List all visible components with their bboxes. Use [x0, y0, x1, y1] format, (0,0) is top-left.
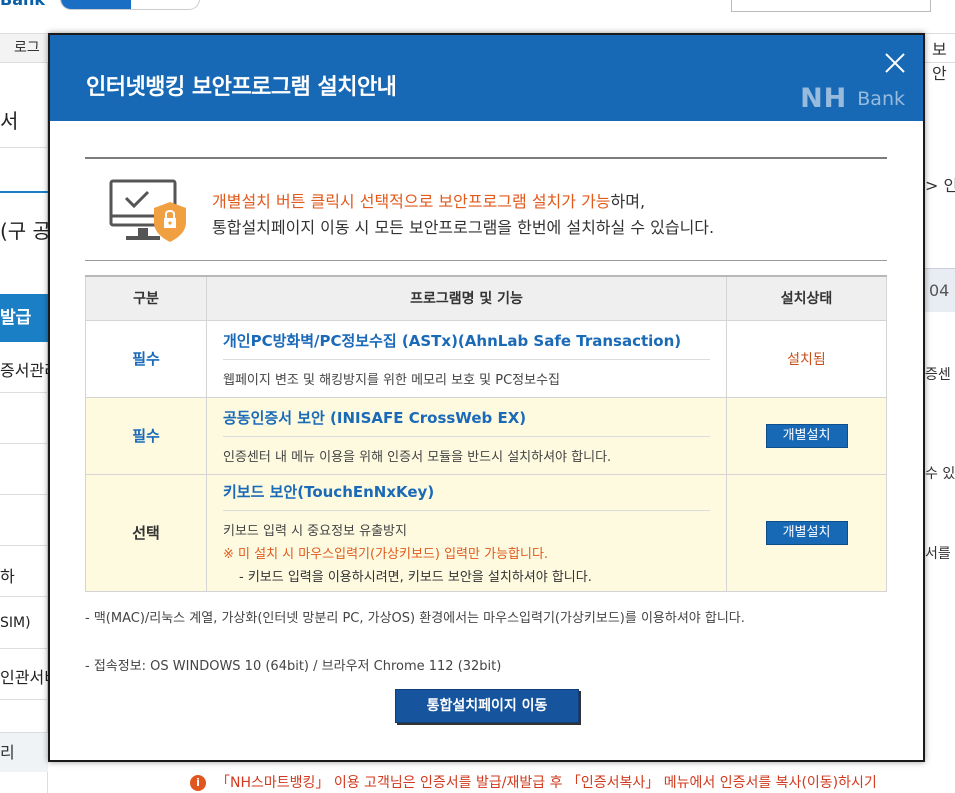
bg-side-line: [0, 191, 48, 193]
intro-highlight: 개별설치 버튼 클릭시 선택적으로 보안프로그램 설치가 가능: [212, 192, 611, 211]
bg-side-line: [0, 443, 48, 444]
info-icon: i: [190, 775, 206, 791]
install-button-keyboard[interactable]: 개별설치: [765, 520, 848, 545]
modal-title: 인터넷뱅킹 보안프로그램 설치안내: [86, 75, 397, 100]
bg-side-line: [0, 699, 48, 700]
header-status: 설치상태: [726, 275, 887, 321]
program-table: 구분 프로그램명 및 기능 설치상태 필수 개인PC방화벽/PC정보수집 (AS…: [85, 275, 887, 592]
mid-divider: [85, 260, 887, 261]
bg-search-box[interactable]: [731, 0, 931, 12]
close-icon[interactable]: [883, 51, 907, 75]
bg-side-line: [0, 494, 48, 495]
bg-right-text: 수 있: [925, 466, 955, 482]
program-desc: 키보드 입력 시 중요정보 유출방지: [223, 523, 407, 539]
bg-toggle[interactable]: [60, 0, 200, 10]
security-install-modal: 인터넷뱅킹 보안프로그램 설치안내 NH Bank 개별설치 버튼 클릭시 선택…: [48, 33, 925, 762]
program-name: 공동인증서 보안 (INISAFE CrossWeb EX): [223, 407, 710, 437]
intro-rest: 하며,: [610, 192, 646, 211]
install-button-inisafe[interactable]: 개별설치: [765, 423, 848, 448]
bg-side-item[interactable]: 하: [0, 563, 48, 587]
bg-side-line: [0, 147, 48, 148]
integrated-install-button[interactable]: 통합설치페이지 이동: [395, 689, 579, 723]
header-program: 프로그램명 및 기능: [206, 275, 727, 321]
note-mac-linux: - 맥(MAC)/리눅스 계열, 가상화(인터넷 망분리 PC, 가상OS) 환…: [85, 611, 745, 626]
bg-right-box: 04: [925, 268, 955, 312]
row-category: 필수: [85, 396, 207, 475]
bg-notice-text: 「NH스마트뱅킹」 이용 고객님은 인증서를 발급/재발급 후 「인증서복사」 …: [216, 775, 877, 791]
row-info: 키보드 보안(TouchEnNxKey) 키보드 입력 시 중요정보 유출방지 …: [206, 473, 727, 592]
modal-header: 인터넷뱅킹 보안프로그램 설치안내 NH Bank: [50, 35, 923, 121]
row-info: 공동인증서 보안 (INISAFE CrossWeb EX) 인증센터 내 메뉴…: [206, 396, 727, 475]
table-header-row: 구분 프로그램명 및 기능 설치상태: [85, 275, 887, 321]
program-desc: 인증센터 내 메뉴 이용을 위해 인증서 모듈을 반드시 설치하셔야 합니다.: [223, 449, 612, 465]
bg-side-item[interactable]: (구 공: [0, 215, 48, 244]
row-info: 개인PC방화벽/PC정보수집 (ASTx)(AhnLab Safe Transa…: [206, 319, 727, 398]
bg-logo[interactable]: Bank: [0, 0, 45, 9]
bg-notice: i 「NH스마트뱅킹」 이용 고객님은 인증서를 발급/재발급 후 「인증서복사」…: [190, 772, 877, 792]
bg-side-item-active[interactable]: 발급: [0, 294, 48, 342]
program-warning: ※ 미 설치 시 마우스입력기(가상키보드) 입력만 가능합니다.: [223, 546, 549, 562]
brand-nh: NH: [800, 83, 848, 114]
bg-side-item[interactable]: SIM): [0, 615, 48, 631]
row-category: 선택: [85, 473, 207, 592]
bg-side-item[interactable]: 증서관리: [0, 357, 48, 381]
bg-side-line: [0, 545, 48, 546]
installed-status: 설치됨: [787, 351, 826, 368]
bg-side-bottom[interactable]: 리: [0, 732, 48, 772]
row-category: 필수: [85, 319, 207, 398]
bg-side-item[interactable]: 서: [0, 105, 48, 134]
header-category: 구분: [85, 275, 207, 321]
bg-side-line: [0, 648, 48, 649]
program-desc: 웹페이지 변조 및 해킹방지를 위한 메모리 보호 및 PC정보수집: [223, 372, 561, 388]
row-status: 개별설치: [726, 396, 887, 475]
program-subnote: - 키보드 입력을 이용하시려면, 키보드 보안을 설치하셔야 합니다.: [239, 569, 592, 585]
bg-side-line: [0, 596, 48, 597]
bg-toggle-active: [61, 0, 131, 9]
program-name: 키보드 보안(TouchEnNxKey): [223, 481, 710, 511]
bg-side-item[interactable]: 인관서비: [0, 664, 48, 688]
table-row-inisafe: 필수 공동인증서 보안 (INISAFE CrossWeb EX) 인증센터 내…: [85, 396, 887, 475]
bg-right-text: 증센: [925, 367, 951, 383]
nh-bank-logo: NH Bank: [800, 83, 905, 114]
table-row-keyboard: 선택 키보드 보안(TouchEnNxKey) 키보드 입력 시 중요정보 유출…: [85, 473, 887, 592]
note-connection-info: - 접속정보: OS WINDOWS 10 (64bit) / 브라우저 Chr…: [85, 659, 502, 674]
table-row-astx: 필수 개인PC방화벽/PC정보수집 (ASTx)(AhnLab Safe Tra…: [85, 319, 887, 398]
bg-nav-right-tab[interactable]: 보안: [932, 36, 955, 84]
top-divider: [85, 157, 887, 159]
secure-monitor-icon: [109, 179, 186, 242]
bg-side-line: [0, 392, 48, 393]
bg-right-text[interactable]: > 인: [925, 172, 955, 196]
intro-line2: 통합설치페이지 이동 시 모든 보안프로그램을 한번에 설치하실 수 있습니다.: [212, 218, 715, 237]
bg-right-text: 서를 시: [925, 546, 955, 562]
bg-sidebar: 서 (구 공 발급 증서관리 하 SIM) 인관서비: [0, 63, 48, 793]
row-status: 설치됨: [726, 319, 887, 398]
program-name: 개인PC방화벽/PC정보수집 (ASTx)(AhnLab Safe Transa…: [223, 330, 710, 360]
brand-bank: Bank: [857, 87, 905, 110]
row-status: 개별설치: [726, 473, 887, 592]
intro-text: 개별설치 버튼 클릭시 선택적으로 보안프로그램 설치가 가능하며, 통합설치페…: [212, 189, 714, 241]
